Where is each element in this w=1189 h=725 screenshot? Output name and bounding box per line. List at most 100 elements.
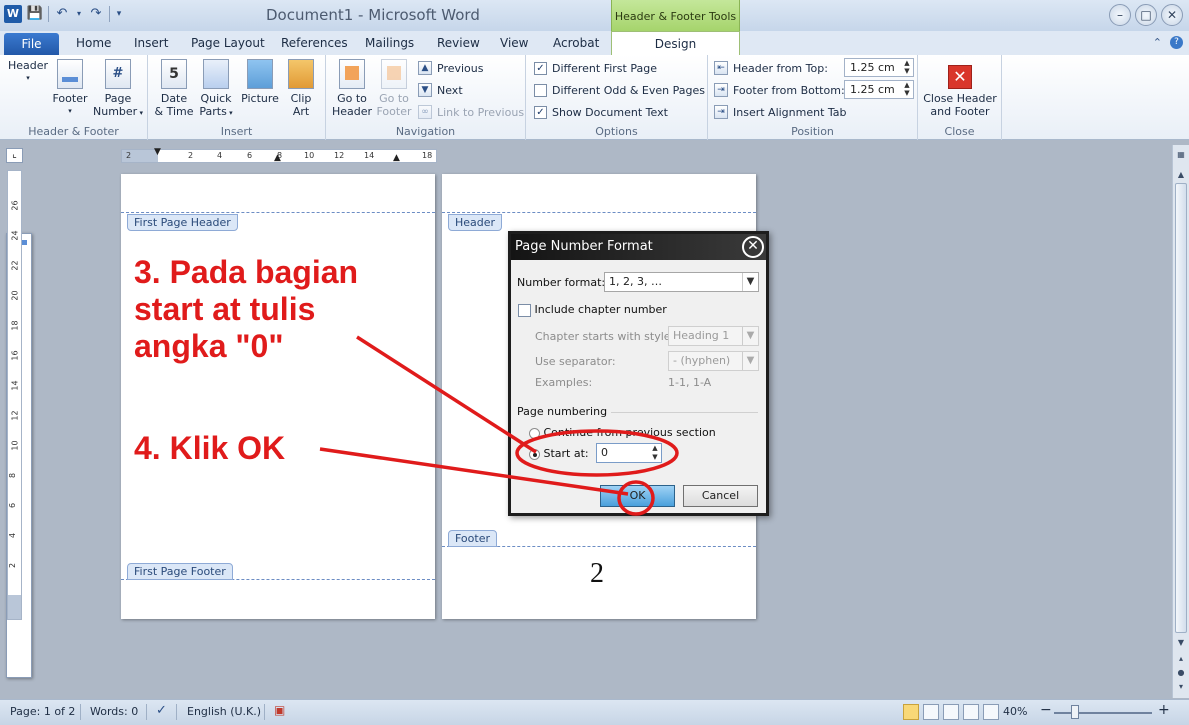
header-from-top-spinner[interactable]: 1.25 cm ▲ ▼	[844, 58, 914, 77]
tab-acrobat[interactable]: Acrobat	[553, 35, 599, 55]
vertical-scrollbar[interactable]: ▦ ▲ ▼ ▴ ● ▾	[1172, 145, 1189, 698]
chapter-style-select[interactable]: Heading 1 ▼	[668, 326, 759, 346]
go-to-header-button[interactable]: Go to Header	[332, 59, 372, 118]
scrollbar-thumb[interactable]	[1175, 183, 1187, 633]
different-first-page-checkbox[interactable]: ✓	[534, 61, 547, 75]
show-document-text-option[interactable]: ✓ Show Document Text	[534, 102, 668, 122]
zoom-out-button[interactable]: −	[1040, 702, 1052, 718]
different-odd-even-option[interactable]: Different Odd & Even Pages	[534, 80, 705, 100]
select-browse-object-icon[interactable]: ●	[1175, 667, 1187, 680]
header-spinner-arrows-icon[interactable]: ▲ ▼	[901, 59, 913, 76]
previous-page-icon[interactable]: ▴	[1175, 653, 1187, 666]
vruler-tick: 24	[10, 230, 20, 241]
show-document-text-checkbox[interactable]: ✓	[534, 105, 547, 119]
next-button[interactable]: ▼ Next	[418, 80, 463, 100]
undo-icon[interactable]: ↶	[53, 5, 71, 23]
page-count[interactable]: Page: 1 of 2	[10, 705, 75, 718]
tab-page-layout[interactable]: Page Layout	[191, 35, 265, 55]
maximize-button[interactable]: □	[1135, 4, 1157, 26]
go-to-footer-button[interactable]: Go to Footer	[374, 59, 414, 118]
quick-parts-button[interactable]: Quick Parts ▾	[196, 59, 236, 120]
different-first-page-option[interactable]: ✓ Different First Page	[534, 58, 657, 78]
tab-references[interactable]: References	[281, 35, 348, 55]
go-to-footer-icon	[381, 59, 407, 89]
separator-select[interactable]: - (hyphen) ▼	[668, 351, 759, 371]
word-count[interactable]: Words: 0	[90, 705, 138, 718]
horizontal-ruler[interactable]: 2 2 4 6 8 10 12 14 18 ▼ ▲ ▲	[121, 147, 437, 163]
chapter-style-dropdown-icon[interactable]: ▼	[742, 327, 758, 345]
macro-recording-icon[interactable]: ▣	[274, 703, 285, 717]
language-indicator[interactable]: English (U.K.)	[187, 705, 261, 718]
outline-view-icon[interactable]	[963, 704, 979, 720]
scroll-down-icon[interactable]: ▼	[1175, 637, 1187, 650]
full-screen-reading-view-icon[interactable]	[923, 704, 939, 720]
link-to-previous-button[interactable]: ∞ Link to Previous	[418, 102, 524, 122]
zoom-slider-thumb[interactable]	[1071, 705, 1079, 719]
insert-alignment-tab-button[interactable]: ⇥ Insert Alignment Tab	[714, 102, 847, 122]
tab-review[interactable]: Review	[437, 35, 480, 55]
page-number-button[interactable]: # Page Number ▾	[90, 59, 146, 120]
scroll-up-icon[interactable]: ▲	[1175, 169, 1187, 182]
tab-insert[interactable]: Insert	[134, 35, 168, 55]
footer-from-bottom-row: ⇥ Footer from Bottom:	[714, 80, 845, 100]
draft-view-icon[interactable]	[983, 704, 999, 720]
word-logo-icon[interactable]: W	[4, 5, 22, 23]
page-1[interactable]: First Page Header First Page Footer	[121, 174, 435, 619]
start-at-spinner-icon[interactable]: ▲ ▼	[649, 444, 661, 462]
footer-spinner-arrows-icon[interactable]: ▲ ▼	[901, 81, 913, 98]
close-header-footer-button[interactable]: ✕ Close Header and Footer	[922, 65, 998, 118]
tab-stop-marker-icon[interactable]: ▲	[274, 153, 281, 163]
proofing-icon[interactable]: ✓	[156, 703, 167, 718]
examples-value: 1-1, 1-A	[668, 376, 712, 389]
picture-button[interactable]: Picture	[238, 59, 282, 105]
tab-mailings[interactable]: Mailings	[365, 35, 414, 55]
ok-button[interactable]: OK	[600, 485, 675, 507]
minimize-button[interactable]: –	[1109, 4, 1131, 26]
print-layout-view-icon[interactable]	[903, 704, 919, 720]
continue-from-previous-option[interactable]: Continue from previous section	[529, 426, 716, 439]
footer-button[interactable]: Footer ▾	[50, 59, 90, 118]
zoom-level[interactable]: 40%	[1003, 705, 1027, 718]
ruler-toggle-icon[interactable]: ▦	[1175, 149, 1187, 162]
cancel-button[interactable]: Cancel	[683, 485, 758, 507]
different-odd-even-checkbox[interactable]	[534, 83, 547, 97]
dialog-close-button[interactable]: ✕	[742, 236, 764, 258]
customize-qat-icon[interactable]: ▾	[114, 5, 124, 23]
web-layout-view-icon[interactable]	[943, 704, 959, 720]
start-at-radio[interactable]	[529, 448, 540, 460]
footer-icon	[57, 59, 83, 89]
start-at-option[interactable]: Start at:	[529, 447, 589, 460]
save-icon[interactable]: 💾	[26, 5, 44, 23]
number-format-select[interactable]: 1, 2, 3, … ▼	[604, 272, 759, 292]
right-indent-marker-icon[interactable]: ▲	[393, 153, 400, 163]
tab-selector-icon[interactable]: ⌞	[6, 148, 23, 163]
start-at-value: 0	[601, 446, 608, 459]
indent-marker-icon[interactable]: ▼	[154, 147, 161, 157]
page-number-field[interactable]: 2	[590, 558, 604, 590]
previous-button[interactable]: ▲ Previous	[418, 58, 484, 78]
undo-dropdown-icon[interactable]: ▾	[75, 5, 83, 23]
close-window-button[interactable]: ✕	[1161, 4, 1183, 26]
separator-dropdown-icon[interactable]: ▼	[742, 352, 758, 370]
zoom-slider-track[interactable]	[1054, 712, 1152, 714]
header-button[interactable]: Header ▾	[6, 59, 50, 678]
redo-icon[interactable]: ↷	[87, 5, 105, 23]
include-chapter-number-checkbox[interactable]	[518, 303, 531, 317]
include-chapter-number-option[interactable]: Include chapter number	[518, 303, 667, 317]
tab-file[interactable]: File	[4, 33, 59, 55]
clip-art-button[interactable]: Clip Art	[284, 59, 318, 118]
next-page-icon[interactable]: ▾	[1175, 681, 1187, 694]
page-number-label-2: Number ▾	[90, 105, 146, 120]
date-time-button[interactable]: 5 Date & Time	[154, 59, 194, 118]
vertical-ruler[interactable]: 26 24 22 20 18 16 14 12 10 8 6 4 2	[7, 170, 22, 620]
tab-home[interactable]: Home	[76, 35, 111, 55]
zoom-in-button[interactable]: +	[1158, 702, 1170, 718]
help-icon[interactable]: ?	[1170, 36, 1183, 49]
continue-radio[interactable]	[529, 427, 540, 439]
tab-view[interactable]: View	[500, 35, 528, 55]
tab-design[interactable]: Design	[611, 31, 740, 56]
number-format-dropdown-icon[interactable]: ▼	[742, 273, 758, 291]
start-at-input[interactable]: 0 ▲ ▼	[596, 443, 662, 463]
minimize-ribbon-icon[interactable]: ⌃	[1153, 36, 1162, 49]
footer-from-bottom-spinner[interactable]: 1.25 cm ▲ ▼	[844, 80, 914, 99]
